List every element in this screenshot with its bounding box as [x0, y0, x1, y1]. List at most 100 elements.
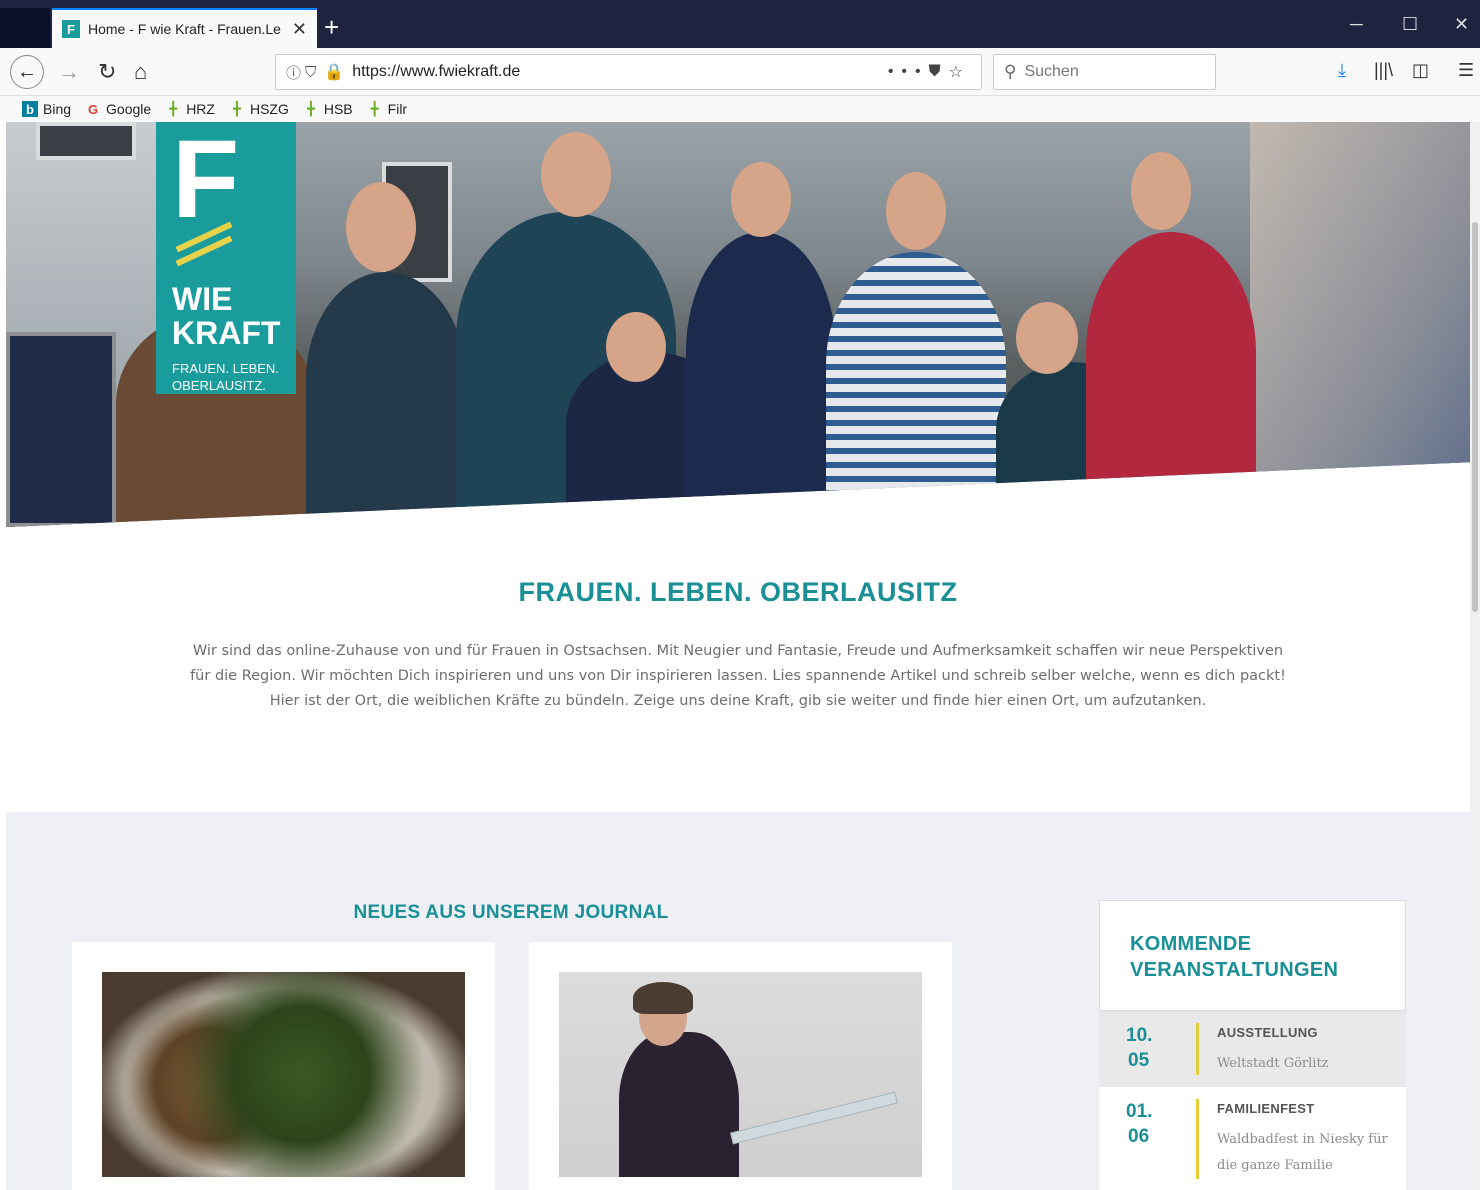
events-header: KOMMENDE VERANSTALTUNGEN: [1099, 900, 1406, 1011]
event-date: 01. 06: [1126, 1099, 1152, 1149]
journal-section: NEUES AUS UNSEREM JOURNAL KOMMENDE VERAN…: [6, 812, 1470, 1190]
tab-close-icon[interactable]: ✕: [292, 19, 307, 40]
logo-kraft: KRAFT: [172, 315, 281, 351]
bookmark-bing[interactable]: b Bing: [22, 101, 71, 117]
journal-card[interactable]: [529, 942, 952, 1190]
bookmark-label: Bing: [43, 101, 72, 117]
url-text[interactable]: https://www.fwiekraft.de: [352, 63, 888, 81]
bookmark-hsb[interactable]: ╋ HSB: [303, 101, 353, 117]
pocket-icon[interactable]: ⛊: [929, 63, 949, 81]
hero-door: [6, 332, 116, 527]
event-day: 01.: [1126, 1101, 1153, 1122]
tab-strip-edge: [0, 8, 50, 48]
hero-person-head: [346, 182, 416, 272]
folder-plant-icon: ╋: [233, 101, 241, 116]
journal-card-image[interactable]: [559, 972, 922, 1177]
journal-title: NEUES AUS UNSEREM JOURNAL: [353, 902, 669, 923]
bookmark-label: Filr: [387, 101, 408, 117]
bing-icon: b: [22, 101, 38, 117]
bookmark-label: HSZG: [249, 101, 289, 117]
hero-person-head: [731, 162, 791, 237]
page-viewport: F WIE KRAFT FRAUEN. LEBEN. OBERLAUSITZ. …: [6, 122, 1470, 1190]
hero-person: [306, 272, 466, 527]
hero-person: [826, 252, 1006, 527]
tracking-shield-icon[interactable]: ⛉: [305, 64, 316, 81]
event-type: AUSSTELLUNG: [1217, 1025, 1318, 1040]
event-month: 06: [1128, 1126, 1150, 1147]
event-day: 10.: [1126, 1025, 1153, 1046]
hero-person-head: [541, 132, 611, 217]
close-window-icon[interactable]: ✕: [1454, 14, 1469, 35]
site-favicon-icon: F: [62, 20, 80, 38]
site-logo[interactable]: F WIE KRAFT FRAUEN. LEBEN. OBERLAUSITZ.: [156, 122, 296, 394]
tab-title: Home - F wie Kraft - Frauen.Le: [88, 21, 281, 37]
event-type: FAMILIENFEST: [1217, 1101, 1315, 1116]
hero-window: [36, 122, 136, 160]
folder-plant-icon: ╋: [169, 101, 178, 116]
event-item[interactable]: 10. 05 AUSSTELLUNG Weltstadt Görlitz: [1099, 1011, 1406, 1087]
browser-navbar: ← → ↻ ⌂ ⓘ ⛉ 🔒 https://www.fwiekraft.de •…: [0, 48, 1480, 96]
events-widget: KOMMENDE VERANSTALTUNGEN 10. 05 AUSSTELL…: [1099, 900, 1406, 1190]
lock-icon[interactable]: 🔒: [324, 62, 344, 82]
logo-tagline-1: FRAUEN. LEBEN.: [172, 361, 279, 376]
info-icon[interactable]: ⓘ: [286, 62, 301, 83]
event-description: Waldbadfest in Niesky für die ganze Fami…: [1217, 1132, 1388, 1173]
library-icon[interactable]: |||\: [1374, 60, 1393, 81]
search-icon: ⚲: [1004, 62, 1017, 81]
home-icon[interactable]: ⌂: [134, 58, 147, 86]
journal-card[interactable]: [72, 942, 495, 1190]
sidebar-icon[interactable]: ◫: [1412, 60, 1429, 81]
download-icon[interactable]: ⤓: [1338, 60, 1346, 81]
bookmark-label: Google: [106, 101, 152, 117]
event-month: 05: [1128, 1050, 1150, 1071]
folder-plant-icon: ╋: [306, 101, 315, 116]
browser-titlebar: F Home - F wie Kraft - Frauen.Le ✕ + ─ ☐…: [0, 0, 1480, 48]
intro-text: Wir sind das online-Zuhause von und für …: [190, 643, 1286, 709]
journal-card-image[interactable]: [102, 972, 465, 1177]
forward-icon[interactable]: →: [58, 58, 80, 86]
bookmark-filr[interactable]: ╋ Filr: [367, 101, 407, 117]
hero-person-head: [1131, 152, 1191, 230]
logo-tagline-2: OBERLAUSITZ.: [172, 378, 266, 393]
bookmarks-toolbar: b Bing G Google ╋ HRZ ╋ HSZG ╋ HSB ╋ Fil…: [0, 96, 1480, 122]
events-title-line1: KOMMENDE: [1130, 933, 1252, 955]
url-bar[interactable]: ⓘ ⛉ 🔒 https://www.fwiekraft.de ••• ⛊ ☆: [275, 54, 982, 90]
lectern: [730, 1091, 898, 1145]
page-actions-icon[interactable]: •••: [888, 63, 929, 81]
scrollbar-thumb[interactable]: [1472, 222, 1478, 612]
back-button[interactable]: ←: [10, 55, 44, 89]
hero-person-head: [886, 172, 946, 250]
hero-graffiti-wall: [1250, 122, 1470, 527]
event-divider: [1196, 1099, 1199, 1179]
event-item[interactable]: 01. 06 FAMILIENFEST Waldbadfest in Niesk…: [1099, 1087, 1406, 1190]
event-description: Weltstadt Görlitz: [1217, 1056, 1329, 1071]
maximize-icon[interactable]: ☐: [1402, 14, 1418, 35]
intro-title: FRAUEN. LEBEN. OBERLAUSITZ: [518, 577, 958, 607]
bookmark-google[interactable]: G Google: [85, 101, 151, 117]
menu-icon[interactable]: ☰: [1458, 60, 1474, 81]
logo-letter: F: [172, 122, 240, 241]
event-divider: [1196, 1023, 1199, 1075]
bookmark-label: HRZ: [186, 101, 215, 117]
search-placeholder: Suchen: [1024, 63, 1079, 80]
hero-person: [686, 232, 836, 527]
event-date: 10. 05: [1126, 1023, 1152, 1073]
hero-person: [1086, 232, 1256, 527]
logo-wie: WIE: [172, 281, 233, 317]
intro-section: FRAUEN. LEBEN. OBERLAUSITZ Wir sind das …: [6, 527, 1470, 812]
reload-icon[interactable]: ↻: [98, 58, 116, 86]
tab-active[interactable]: F Home - F wie Kraft - Frauen.Le ✕: [52, 8, 317, 48]
search-input[interactable]: ⚲ Suchen: [993, 54, 1216, 90]
speaker-hair: [633, 982, 693, 1014]
google-icon: G: [87, 101, 99, 117]
bookmark-star-icon[interactable]: ☆: [949, 62, 971, 82]
page-scrollbar[interactable]: [1470, 122, 1480, 1190]
speaker-figure: [619, 1032, 739, 1177]
bookmark-hrz[interactable]: ╋ HRZ: [165, 101, 215, 117]
bookmark-hszg[interactable]: ╋ HSZG: [229, 101, 289, 117]
new-tab-button[interactable]: +: [324, 12, 339, 42]
bookmark-label: HSB: [323, 101, 353, 117]
hero-person-head: [606, 312, 666, 382]
folder-plant-icon: ╋: [370, 101, 379, 116]
minimize-icon[interactable]: ─: [1350, 14, 1363, 35]
